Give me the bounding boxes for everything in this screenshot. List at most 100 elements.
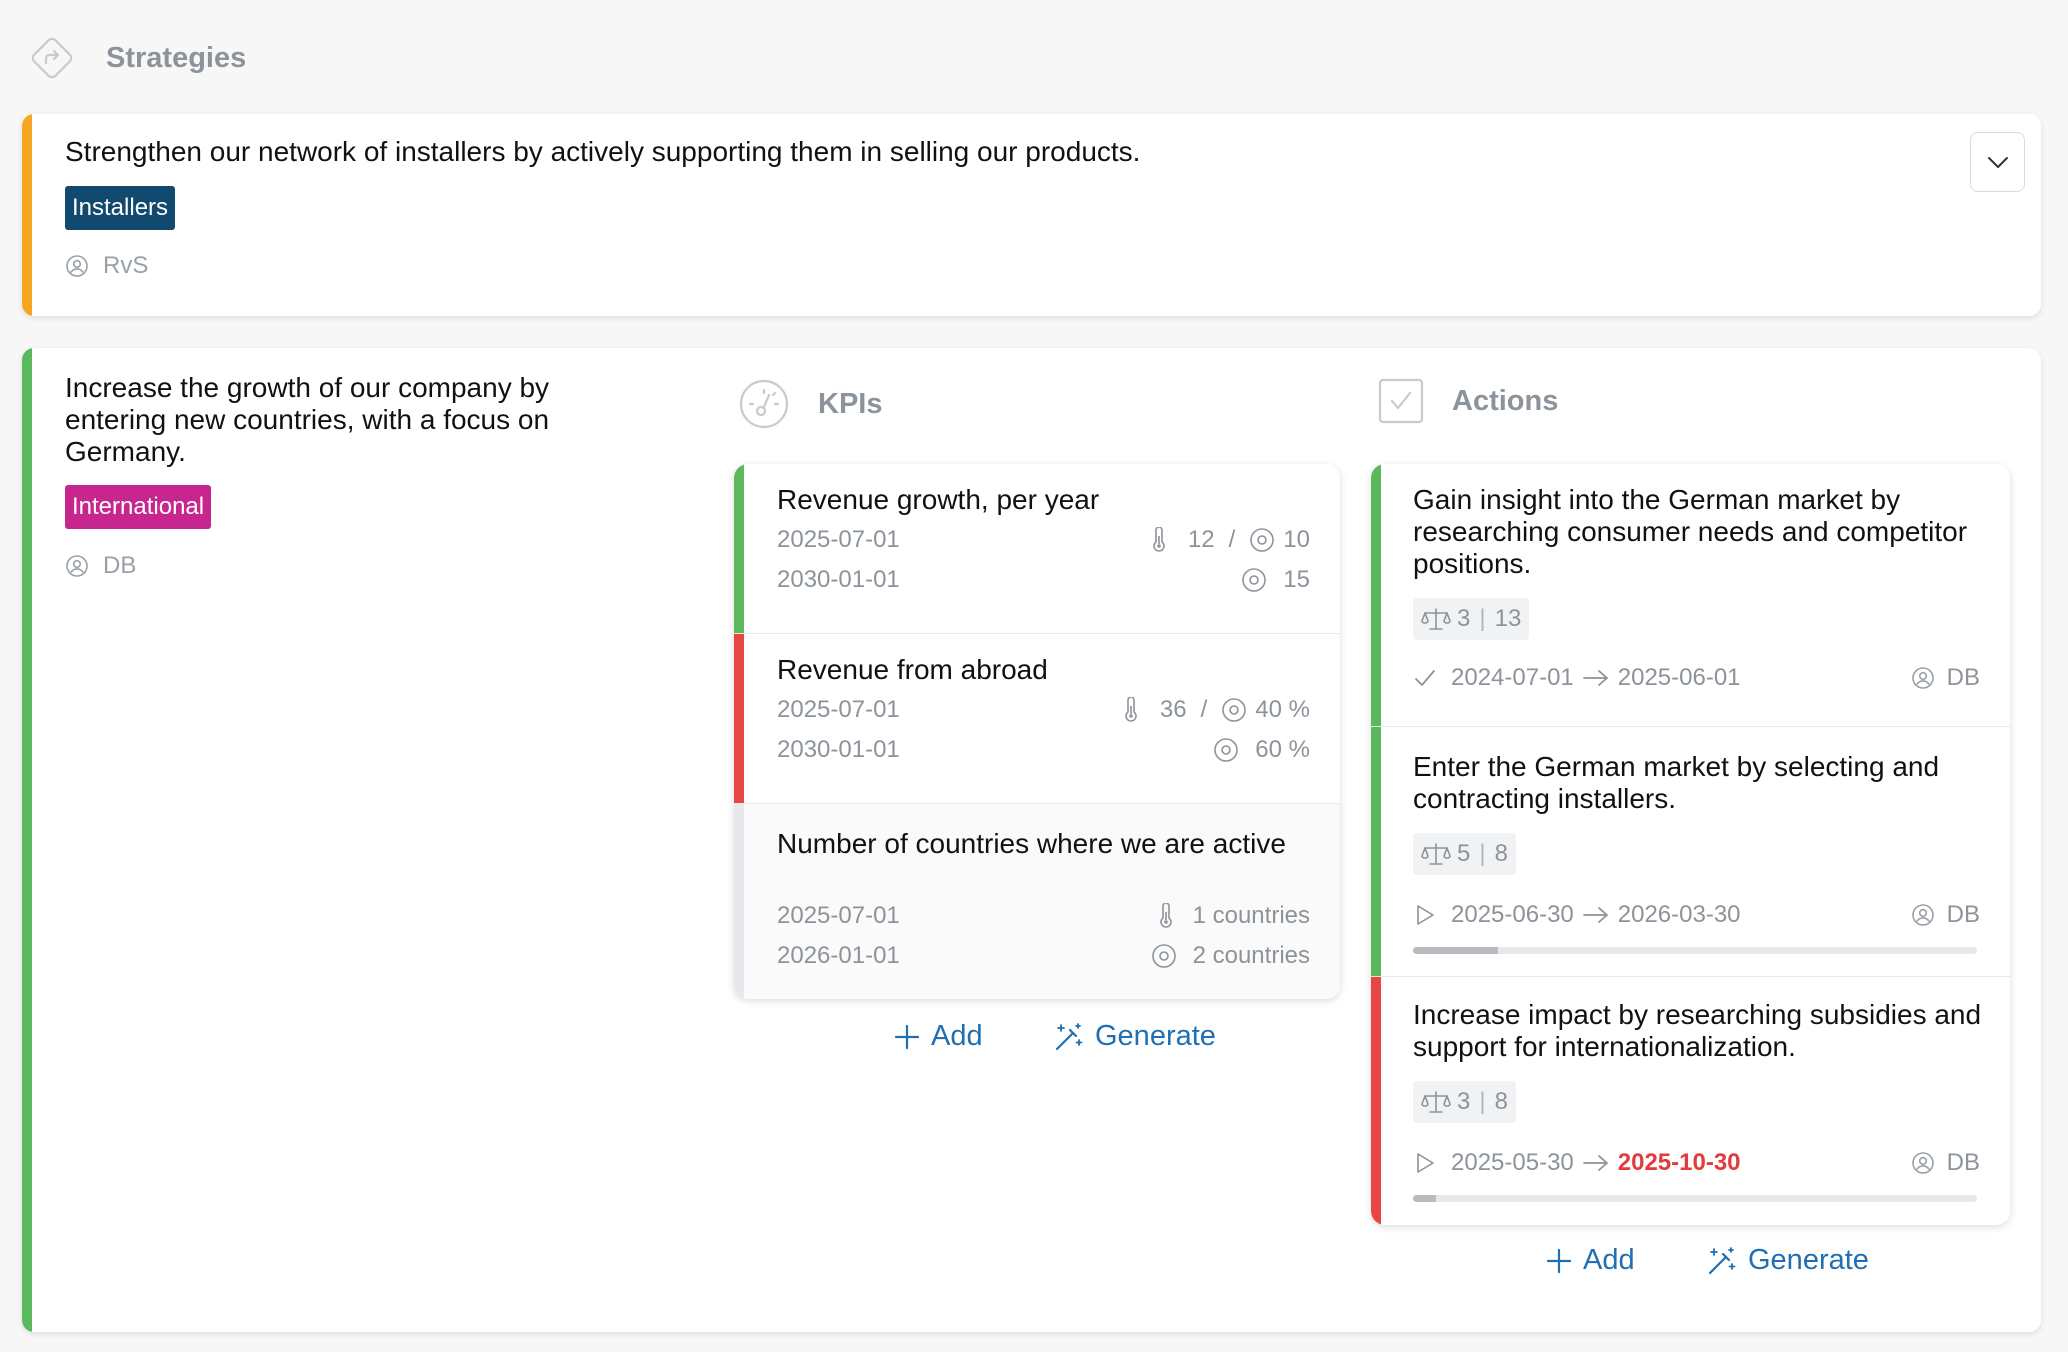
expand-strategy-button[interactable] xyxy=(1970,132,2025,192)
action-date-range: 2024-07-01 2025-06-01 xyxy=(1451,664,1741,692)
kpi-current-value: 1 countries xyxy=(1192,902,1310,929)
action-owner: DB xyxy=(1911,901,1980,929)
separator: | xyxy=(1479,605,1486,632)
generate-action-label: Generate xyxy=(1748,1244,1869,1276)
action-title: Increase impact by researching subsidies… xyxy=(1413,999,1982,1062)
kpis-heading-label: KPIs xyxy=(818,387,883,420)
kpis-heading: KPIs xyxy=(738,378,882,430)
priority-badge: 5 | 8 xyxy=(1413,833,1516,875)
action-effort: 13 xyxy=(1494,605,1522,632)
kpi-status-bar xyxy=(734,464,744,633)
owner-initials: DB xyxy=(1946,664,1980,691)
owner-initials: RvS xyxy=(103,252,149,279)
actions-heading-label: Actions xyxy=(1452,384,1559,417)
separator: | xyxy=(1479,840,1486,867)
separator: | xyxy=(1479,1088,1486,1115)
kpi-status-bar xyxy=(734,804,744,999)
add-action-label: Add xyxy=(1583,1244,1635,1276)
strategy-text: Increase the growth of our company by en… xyxy=(65,372,550,467)
owner-initials: DB xyxy=(1946,901,1980,928)
kpi-end-target: 60 % xyxy=(1213,736,1310,764)
thermometer-icon xyxy=(1159,903,1172,928)
strategy-owner: DB xyxy=(65,552,136,580)
user-icon xyxy=(66,555,88,577)
kpi-target-now: 40 % xyxy=(1255,696,1310,723)
target-icon xyxy=(1222,698,1247,722)
kpi-item[interactable]: Revenue growth, per year 2025-07-01 2030… xyxy=(734,464,1340,634)
kpi-title: Revenue from abroad xyxy=(777,654,1048,685)
kpi-item[interactable]: Number of countries where we are active … xyxy=(734,804,1340,999)
kpi-end-date: 2026-01-01 xyxy=(777,942,900,969)
strategy-accent-bar xyxy=(22,114,32,316)
page-header: Strategies xyxy=(26,28,246,88)
check-icon xyxy=(1415,670,1435,686)
strategy-accent-bar xyxy=(22,348,32,1332)
generate-action-button[interactable]: Generate xyxy=(1706,1244,1869,1277)
kpi-target-now: 10 xyxy=(1283,526,1310,553)
user-icon xyxy=(1911,667,1934,689)
play-icon xyxy=(1417,1153,1434,1173)
kpi-current-value: 12 xyxy=(1187,526,1215,553)
action-end-date: 2025-06-01 xyxy=(1617,664,1741,691)
strategy-owner: RvS xyxy=(65,252,148,280)
target-icon xyxy=(1151,944,1176,968)
add-kpi-button[interactable]: Add xyxy=(893,1020,983,1053)
action-item[interactable]: Increase impact by researching subsidies… xyxy=(1371,977,2010,1225)
strategy-text: Strengthen our network of installers by … xyxy=(65,136,1141,167)
generate-kpi-button[interactable]: Generate xyxy=(1053,1020,1216,1053)
kpi-current-values: 12 / 10 xyxy=(1148,526,1310,554)
play-icon xyxy=(1417,905,1434,925)
action-score: 5 xyxy=(1457,840,1471,867)
magic-wand-icon xyxy=(1708,1246,1736,1274)
thermometer-icon xyxy=(1153,527,1165,552)
strategy-tag: Installers xyxy=(65,186,176,230)
action-meta: 2025-06-30 2026-03-30 DB xyxy=(1413,901,1980,929)
action-start-date: 2025-06-30 xyxy=(1451,901,1574,928)
plus-icon xyxy=(1546,1248,1572,1273)
action-status-bar xyxy=(1371,464,1381,726)
user-icon xyxy=(1911,1152,1934,1174)
action-title: Enter the German market by selecting and… xyxy=(1413,751,1940,814)
strategy-tag: International xyxy=(65,485,212,529)
kpi-end-date: 2030-01-01 xyxy=(777,736,900,763)
kpi-target-end: 15 xyxy=(1283,566,1310,593)
kpi-list: Revenue growth, per year 2025-07-01 2030… xyxy=(734,464,1340,999)
kpi-end-date: 2030-01-01 xyxy=(777,566,900,593)
add-action-button[interactable]: Add xyxy=(1545,1244,1635,1277)
user-icon xyxy=(66,255,88,277)
kpi-status-bar xyxy=(734,634,744,803)
action-date-range: 2025-05-30 2025-10-30 xyxy=(1451,1149,1741,1177)
action-end-date-overdue: 2025-10-30 xyxy=(1617,1149,1741,1176)
generate-kpi-label: Generate xyxy=(1095,1020,1216,1052)
balance-scale-icon xyxy=(1421,843,1451,865)
kpi-start-date: 2025-07-01 xyxy=(777,696,900,723)
arrow-right-icon xyxy=(1582,670,1608,686)
action-status-bar xyxy=(1371,727,1381,976)
kpi-end-target: 15 xyxy=(1241,566,1310,594)
action-progress-bar xyxy=(1413,947,1977,954)
strategy-card[interactable]: Strengthen our network of installers by … xyxy=(22,114,2041,316)
kpi-item[interactable]: Revenue from abroad 2025-07-01 2030-01-0… xyxy=(734,634,1340,804)
action-list: Gain insight into the German market by r… xyxy=(1371,464,2010,1225)
action-progress-fill xyxy=(1413,1195,1436,1202)
action-end-date: 2026-03-30 xyxy=(1617,901,1741,928)
action-item[interactable]: Gain insight into the German market by r… xyxy=(1371,464,2010,727)
action-item[interactable]: Enter the German market by selecting and… xyxy=(1371,727,2010,977)
page-title: Strategies xyxy=(106,41,247,74)
target-icon xyxy=(1214,738,1239,762)
checkbox-icon xyxy=(1378,378,1424,424)
balance-scale-icon xyxy=(1421,1091,1451,1113)
separator: / xyxy=(1228,526,1236,553)
kpi-start-date: 2025-07-01 xyxy=(777,902,900,929)
strategy-icon xyxy=(31,37,73,79)
actions-heading: Actions xyxy=(1378,378,1558,424)
priority-badge: 3 | 13 xyxy=(1413,598,1530,640)
action-start-date: 2025-05-30 xyxy=(1451,1149,1574,1176)
action-score: 3 xyxy=(1457,1088,1471,1115)
kpi-target-end: 60 % xyxy=(1255,736,1310,763)
kpi-end-target: 2 countries xyxy=(1151,942,1310,970)
action-meta: 2025-05-30 2025-10-30 DB xyxy=(1413,1149,1980,1177)
thermometer-icon xyxy=(1125,697,1137,722)
chevron-down-icon xyxy=(1987,157,2008,168)
action-status-bar xyxy=(1371,977,1381,1225)
